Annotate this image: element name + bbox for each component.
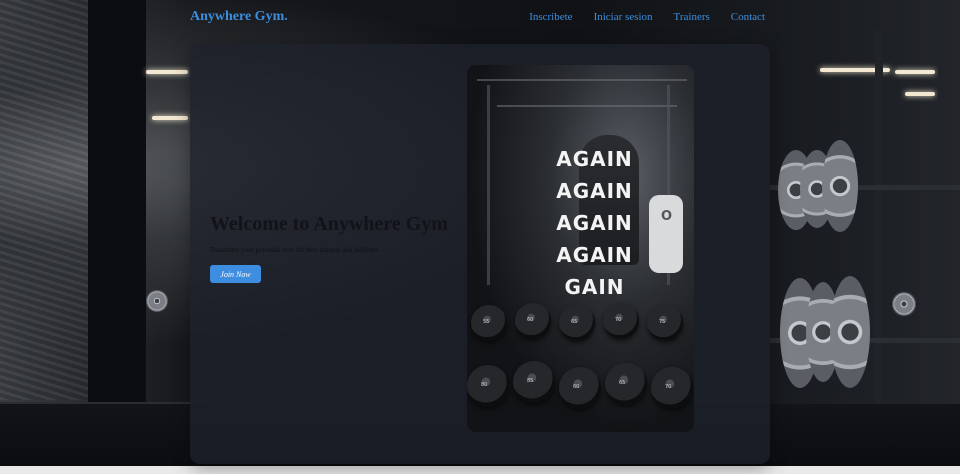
ceiling-light bbox=[146, 70, 188, 74]
dumbbell: 70 bbox=[603, 303, 639, 339]
hero-subtitle: Transform your potential with the best t… bbox=[210, 246, 380, 254]
poster-word: AGAIN bbox=[556, 211, 633, 235]
weight-plate bbox=[146, 290, 168, 312]
dumbbell: 70 bbox=[651, 367, 693, 409]
hero-title: Welcome to Anywhere Gym bbox=[210, 213, 448, 235]
rack-post bbox=[938, 30, 946, 460]
dumbbell-label: 70 bbox=[665, 384, 672, 390]
poster-word: AGAIN bbox=[556, 179, 633, 203]
ceiling-light bbox=[152, 116, 188, 120]
dumbbell-label: 65 bbox=[571, 319, 578, 325]
weight-plate bbox=[822, 140, 858, 232]
page-bottom-strip bbox=[0, 466, 960, 474]
dumbbell-label: 85 bbox=[527, 378, 534, 384]
dumbbell-label: 60 bbox=[573, 384, 580, 390]
dumbbell: 65 bbox=[559, 305, 595, 341]
poster-word: AGAIN bbox=[556, 243, 633, 267]
dumbbell-label: 70 bbox=[615, 317, 622, 323]
dumbbell-label: 65 bbox=[619, 380, 626, 386]
hero-card: Welcome to Anywhere Gym Transform your p… bbox=[190, 44, 770, 464]
dumbbell-label: 80 bbox=[481, 382, 488, 388]
nav-link-iniciar-sesion[interactable]: Iniciar sesion bbox=[594, 11, 653, 23]
dumbbell: 55 bbox=[471, 305, 507, 341]
dumbbell-rack-top: 55 60 65 70 75 bbox=[467, 303, 694, 363]
brand-logo[interactable]: Anywhere Gym. bbox=[190, 9, 288, 25]
nav-links: Inscribete Iniciar sesion Trainers Conta… bbox=[529, 11, 765, 23]
concrete-wall-texture bbox=[0, 0, 90, 400]
weight-plate bbox=[830, 276, 870, 388]
ceiling-beam bbox=[497, 105, 677, 107]
rack-post bbox=[875, 30, 883, 460]
poster-word: GAIN bbox=[564, 275, 625, 299]
weight-plate bbox=[892, 292, 916, 316]
dumbbell: 80 bbox=[467, 365, 509, 407]
dumbbell: 60 bbox=[559, 367, 601, 409]
dumbbell: 85 bbox=[513, 361, 555, 403]
top-navbar: Anywhere Gym. Inscribete Iniciar sesion … bbox=[0, 0, 960, 34]
dumbbell-label: 75 bbox=[659, 319, 666, 325]
gym-poster-image: O AGAIN AGAIN AGAIN AGAIN GAIN 55 60 65 … bbox=[467, 65, 694, 432]
join-now-button[interactable]: Join Now bbox=[210, 265, 261, 283]
dumbbell: 75 bbox=[647, 305, 683, 341]
dumbbell-label: 60 bbox=[527, 317, 534, 323]
dumbbell-rack-bottom: 80 85 60 65 70 bbox=[467, 361, 694, 421]
nav-link-inscribete[interactable]: Inscribete bbox=[529, 11, 572, 23]
ceiling-light bbox=[905, 92, 935, 96]
ceiling-beam bbox=[477, 79, 687, 81]
poster-words: AGAIN AGAIN AGAIN AGAIN GAIN bbox=[467, 143, 694, 303]
dumbbell: 65 bbox=[605, 363, 647, 405]
nav-link-contact[interactable]: Contact bbox=[731, 11, 765, 23]
nav-link-trainers[interactable]: Trainers bbox=[674, 11, 710, 23]
ceiling-light bbox=[895, 70, 935, 74]
dumbbell-label: 55 bbox=[483, 319, 490, 325]
dumbbell: 60 bbox=[515, 303, 551, 339]
poster-word: AGAIN bbox=[556, 147, 633, 171]
